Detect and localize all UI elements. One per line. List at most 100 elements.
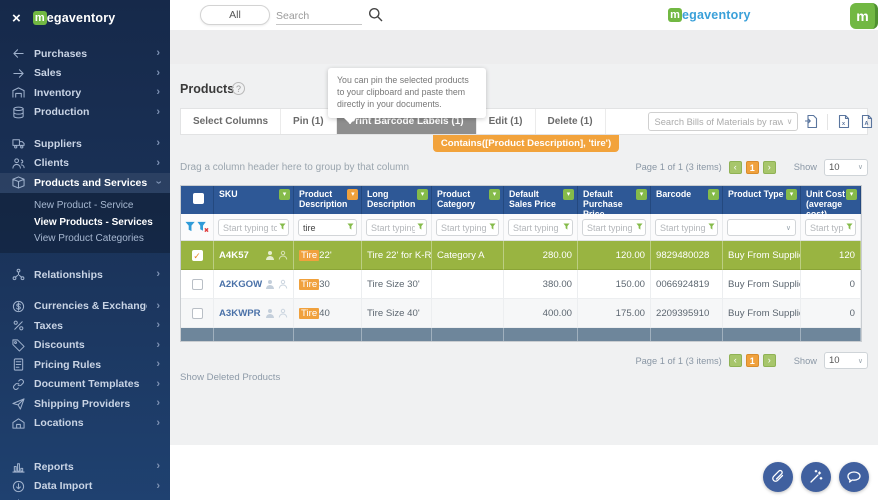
- column-menu-icon-filtered[interactable]: ▾: [347, 189, 358, 200]
- network-icon: [12, 268, 25, 281]
- column-menu-icon[interactable]: ▾: [846, 189, 857, 200]
- divider: [827, 114, 828, 130]
- import-file-icon[interactable]: [804, 114, 818, 129]
- sidebar-item-relationships[interactable]: Relationships›: [0, 265, 170, 285]
- page-size-select[interactable]: 10 ∨: [824, 352, 868, 369]
- sidebar-item-taxes[interactable]: Taxes›: [0, 316, 170, 336]
- submenu-view-products-services[interactable]: View Products - Services: [0, 214, 170, 231]
- apply-filter-icon[interactable]: [185, 221, 197, 233]
- column-header-unit-cost[interactable]: Unit Cost (average cost)▾: [801, 186, 861, 214]
- chevron-right-icon: ›: [156, 158, 160, 169]
- current-page[interactable]: 1: [746, 354, 759, 367]
- megaventory-logo-sidebar[interactable]: megaventory: [33, 11, 116, 25]
- account-cube-icon[interactable]: m: [850, 3, 878, 29]
- supplier-person-icon[interactable]: [265, 250, 275, 260]
- chevron-right-icon: ›: [156, 48, 160, 59]
- row-checkbox[interactable]: [192, 279, 203, 290]
- clear-filter-icon[interactable]: [197, 221, 209, 233]
- pdf-export-icon[interactable]: A: [860, 114, 874, 129]
- funnel-icon[interactable]: [347, 223, 354, 230]
- funnel-icon[interactable]: [563, 223, 570, 230]
- column-menu-icon[interactable]: ▾: [489, 189, 500, 200]
- row-checkbox[interactable]: [192, 308, 203, 319]
- column-header-sku[interactable]: SKU▾: [214, 186, 294, 214]
- table-row[interactable]: A3KWPR Tire 40 Tire Size 40' 400.00 175.…: [181, 299, 861, 328]
- help-icon[interactable]: ?: [232, 82, 245, 95]
- global-search-input[interactable]: [276, 8, 362, 25]
- sidebar-item-shipping-providers[interactable]: Shipping Providers›: [0, 394, 170, 414]
- topbar: All megaventory m: [170, 0, 878, 30]
- column-header-product-type[interactable]: Product Type▾: [723, 186, 801, 214]
- next-page-button[interactable]: ›: [763, 161, 776, 174]
- chat-button[interactable]: [839, 462, 869, 492]
- column-menu-icon[interactable]: ▾: [708, 189, 719, 200]
- sidebar-item-suppliers[interactable]: Suppliers›: [0, 134, 170, 154]
- sidebar-item-sales[interactable]: Sales›: [0, 64, 170, 84]
- sidebar-item-locations[interactable]: Locations›: [0, 414, 170, 434]
- delete-button[interactable]: Delete (1): [536, 109, 606, 134]
- chevron-right-icon: ›: [156, 461, 160, 472]
- next-page-button[interactable]: ›: [763, 354, 776, 367]
- excel-export-icon[interactable]: x: [837, 114, 851, 129]
- client-person-icon[interactable]: [278, 308, 288, 318]
- column-menu-icon[interactable]: ▾: [786, 189, 797, 200]
- sku-link[interactable]: A2KGOW: [219, 279, 262, 290]
- box-icon: [12, 176, 25, 189]
- row-checkbox-checked[interactable]: ✓: [192, 250, 203, 261]
- page-size-select[interactable]: 10 ∨: [824, 159, 868, 176]
- supplier-person-icon[interactable]: [265, 279, 275, 289]
- sidebar-item-clients[interactable]: Clients›: [0, 154, 170, 174]
- sidebar-item-settings[interactable]: Settings›: [0, 496, 170, 500]
- select-columns-button[interactable]: Select Columns: [181, 109, 281, 134]
- column-header-product-description[interactable]: Product Description▾: [294, 186, 362, 214]
- attachment-button[interactable]: [763, 462, 793, 492]
- client-person-icon[interactable]: [278, 250, 288, 260]
- column-header-default-sales-price[interactable]: Default Sales Price▾: [504, 186, 578, 214]
- prev-page-button[interactable]: ‹: [729, 161, 742, 174]
- show-deleted-products-link[interactable]: Show Deleted Products: [180, 372, 280, 383]
- column-header-long-description[interactable]: Long Description▾: [362, 186, 432, 214]
- column-menu-icon[interactable]: ▾: [636, 189, 647, 200]
- funnel-icon[interactable]: [279, 223, 286, 230]
- magic-wand-button[interactable]: [801, 462, 831, 492]
- select-all-checkbox[interactable]: [193, 193, 204, 204]
- sidebar-item-discounts[interactable]: Discounts›: [0, 336, 170, 356]
- current-page[interactable]: 1: [746, 161, 759, 174]
- filter-chip[interactable]: Contains([Product Description], 'tire'): [433, 135, 619, 152]
- sku-link[interactable]: A4K57: [219, 250, 249, 261]
- sidebar-item-production[interactable]: Production›: [0, 103, 170, 123]
- sidebar-item-purchases[interactable]: Purchases›: [0, 44, 170, 64]
- sidebar-item-document-templates[interactable]: Document Templates›: [0, 375, 170, 395]
- funnel-icon[interactable]: [417, 223, 424, 230]
- funnel-icon[interactable]: [846, 223, 853, 230]
- sidebar-item-inventory[interactable]: Inventory›: [0, 83, 170, 103]
- sidebar-item-products-and-services[interactable]: Products and Services›: [0, 173, 170, 193]
- column-header-barcode[interactable]: Barcode▾: [651, 186, 723, 214]
- column-menu-icon[interactable]: ▾: [563, 189, 574, 200]
- table-row[interactable]: ✓ A4K57 Tire 22' Tire 22' for K-R Catego…: [181, 241, 861, 270]
- search-scope-button[interactable]: All: [200, 5, 270, 25]
- prev-page-button[interactable]: ‹: [729, 354, 742, 367]
- search-icon[interactable]: [368, 7, 383, 22]
- close-sidebar-icon[interactable]: ×: [12, 11, 21, 26]
- sidebar-item-currencies[interactable]: Currencies & Exchange Rates›: [0, 297, 170, 317]
- submenu-view-product-categories[interactable]: View Product Categories: [0, 231, 170, 248]
- client-person-icon[interactable]: [278, 279, 288, 289]
- bom-search-select[interactable]: Search Bills of Materials by raw materia…: [648, 112, 798, 131]
- column-menu-icon[interactable]: ▾: [279, 189, 290, 200]
- table-row[interactable]: A2KGOW Tire 30 Tire Size 30' 380.00 150.…: [181, 270, 861, 299]
- unit-cost-cell: 0: [801, 299, 861, 328]
- sidebar-item-data-import[interactable]: Data Import›: [0, 477, 170, 497]
- column-menu-icon[interactable]: ▾: [417, 189, 428, 200]
- supplier-person-icon[interactable]: [265, 308, 275, 318]
- submenu-new-product-service[interactable]: New Product - Service: [0, 198, 170, 215]
- sidebar-item-reports[interactable]: Reports›: [0, 457, 170, 477]
- column-header-default-purchase-price[interactable]: Default Purchase Price▾: [578, 186, 651, 214]
- funnel-icon[interactable]: [636, 223, 643, 230]
- funnel-icon[interactable]: [489, 223, 496, 230]
- funnel-icon[interactable]: [708, 223, 715, 230]
- sku-link[interactable]: A3KWPR: [219, 308, 261, 319]
- product-type-filter-select[interactable]: ∨: [727, 219, 796, 236]
- sidebar-item-pricing-rules[interactable]: Pricing Rules›: [0, 355, 170, 375]
- column-header-product-category[interactable]: Product Category▾: [432, 186, 504, 214]
